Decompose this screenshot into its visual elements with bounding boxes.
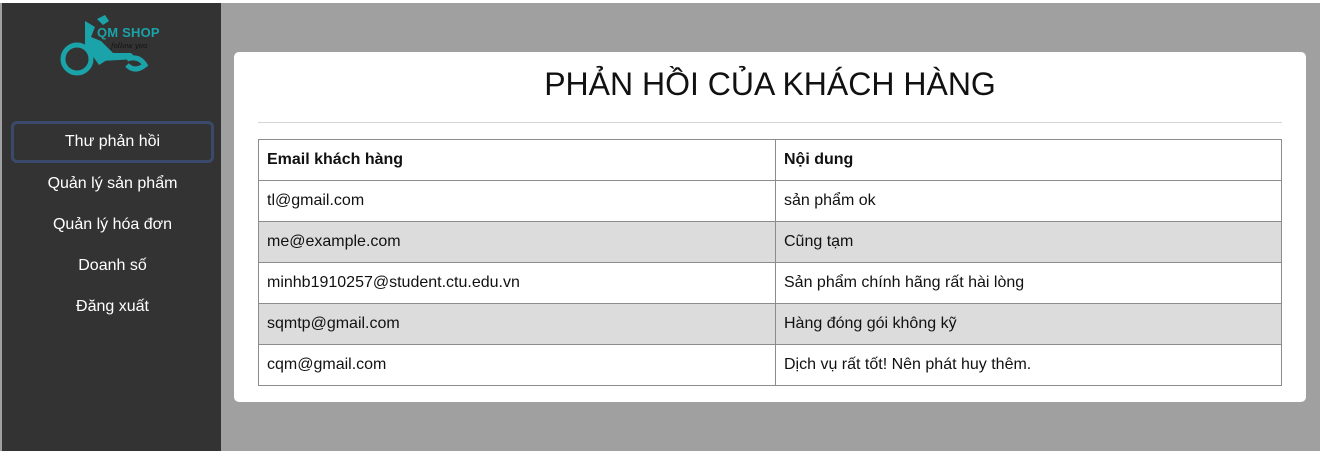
- table-row: me@example.com Cũng tạm: [258, 221, 1282, 263]
- brand-name: QM SHOP: [97, 25, 160, 40]
- email-cell: me@example.com: [258, 221, 776, 263]
- feedback-card: PHẢN HỒI CỦA KHÁCH HÀNG Email khách hàng…: [234, 52, 1306, 402]
- sidebar-nav: Thư phản hồi Quản lý sản phẩm Quản lý hó…: [10, 121, 215, 327]
- table-row: cqm@gmail.com Dịch vụ rất tốt! Nên phát …: [258, 344, 1282, 386]
- sidebar: QM SHOP follow you Thư phản hồi Quản lý …: [2, 3, 221, 451]
- content-cell: Cũng tạm: [775, 221, 1282, 263]
- table-header-row: Email khách hàng Nội dung: [258, 139, 1282, 181]
- email-cell: cqm@gmail.com: [258, 344, 776, 386]
- column-header-content: Nội dung: [775, 139, 1282, 181]
- content-cell: Sản phẩm chính hãng rất hài lòng: [775, 262, 1282, 304]
- email-cell: minhb1910257@student.ctu.edu.vn: [258, 262, 776, 304]
- sidebar-item-revenue[interactable]: Doanh số: [10, 245, 215, 286]
- feedback-table: Email khách hàng Nội dung tl@gmail.com s…: [258, 139, 1282, 386]
- table-row: tl@gmail.com sản phẩm ok: [258, 180, 1282, 222]
- sidebar-item-products[interactable]: Quản lý sản phẩm: [10, 163, 215, 204]
- brand-tagline: follow you: [111, 42, 148, 50]
- title-divider: [258, 122, 1282, 123]
- column-header-email: Email khách hàng: [258, 139, 776, 181]
- email-cell: tl@gmail.com: [258, 180, 776, 222]
- content-cell: Dịch vụ rất tốt! Nên phát huy thêm.: [775, 344, 1282, 386]
- content-cell: Hàng đóng gói không kỹ: [775, 303, 1282, 345]
- sidebar-item-invoices[interactable]: Quản lý hóa đơn: [10, 204, 215, 245]
- page-title: PHẢN HỒI CỦA KHÁCH HÀNG: [544, 66, 996, 102]
- shop-logo[interactable]: QM SHOP follow you: [57, 13, 172, 81]
- email-cell: sqmtp@gmail.com: [258, 303, 776, 345]
- table-row: minhb1910257@student.ctu.edu.vn Sản phẩm…: [258, 262, 1282, 304]
- sidebar-item-logout[interactable]: Đăng xuất: [10, 286, 215, 327]
- sidebar-item-feedback[interactable]: Thư phản hồi: [11, 121, 214, 163]
- table-row: sqmtp@gmail.com Hàng đóng gói không kỹ: [258, 303, 1282, 345]
- content-cell: sản phẩm ok: [775, 180, 1282, 222]
